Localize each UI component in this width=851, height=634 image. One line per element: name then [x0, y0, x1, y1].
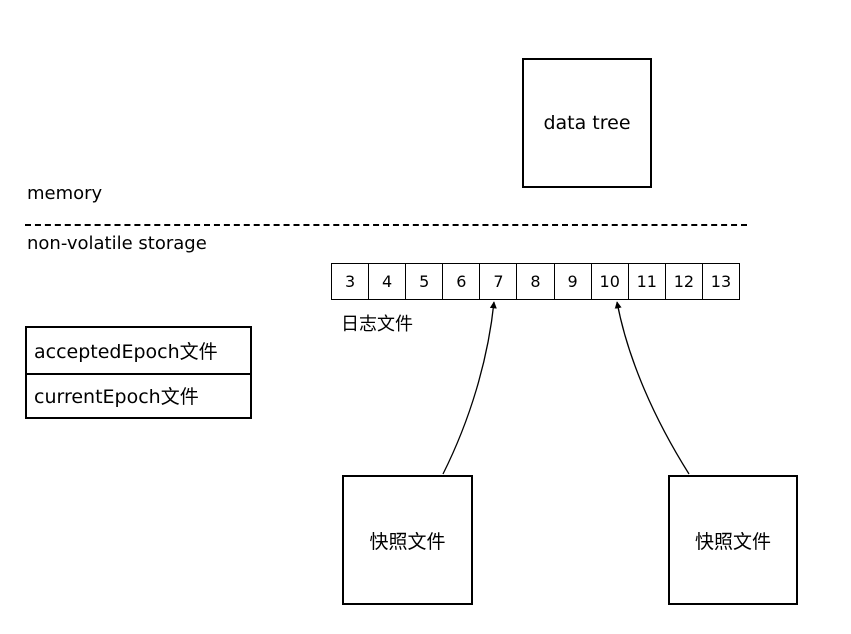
log-entry-cell: 4: [369, 264, 407, 299]
log-entry-cell: 8: [517, 264, 555, 299]
log-entry-cell: 7: [480, 264, 518, 299]
storage-label: non-volatile storage: [27, 233, 207, 254]
log-entry-cell: 9: [555, 264, 592, 299]
current-epoch-file: currentEpoch文件: [27, 372, 250, 418]
accepted-epoch-file: acceptedEpoch文件: [34, 340, 218, 363]
arrow-snapshot-1-to-log-7: [442, 301, 497, 475]
snapshot-file-label-2: 快照文件: [694, 530, 771, 553]
arrow-snapshot-2-to-log-10: [614, 301, 690, 475]
memory-label: memory: [27, 183, 103, 204]
epoch-files-box: acceptedEpoch文件 currentEpoch文件: [25, 326, 252, 419]
snapshot-file-box-2: 快照文件: [668, 475, 798, 605]
log-entry-cell: 5: [406, 264, 444, 299]
log-entries-strip: 3 4 5 6 7 8 9 10 11 12 13: [331, 263, 740, 300]
log-file-label: 日志文件: [341, 314, 413, 335]
snapshot-file-box-1: 快照文件: [342, 475, 473, 605]
data-tree-box: data tree: [522, 58, 652, 188]
log-entry-cell: 3: [332, 264, 370, 299]
data-tree-label: data tree: [543, 112, 631, 134]
log-entry-cell: 13: [710, 272, 732, 291]
log-entry-cell: 6: [443, 264, 481, 299]
log-entry-cell: 12: [666, 264, 703, 299]
snapshot-file-label-1: 快照文件: [369, 530, 446, 553]
log-entry-cell: 10: [592, 264, 629, 299]
log-entry-cell: 11: [629, 264, 666, 299]
memory-storage-divider: [25, 224, 747, 226]
